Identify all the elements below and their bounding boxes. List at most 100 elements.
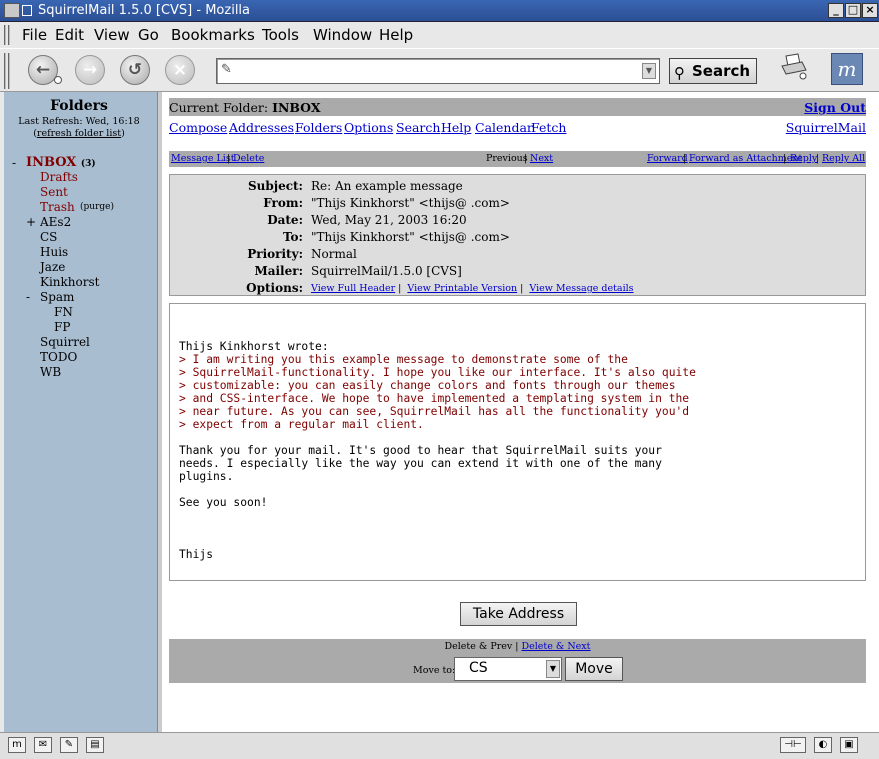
- connection-icon[interactable]: ⊣⊢: [780, 737, 806, 753]
- back-dropdown-icon[interactable]: [54, 76, 62, 84]
- menu-tools[interactable]: Tools: [262, 26, 299, 44]
- reply-line: Thank you for your mail. It's good to he…: [179, 444, 662, 457]
- menu-bookmarks[interactable]: Bookmarks: [171, 26, 255, 44]
- folder-wb[interactable]: WB: [40, 365, 61, 379]
- view-message-details-link[interactable]: View Message details: [529, 283, 633, 294]
- calendar-link[interactable]: Calendar: [475, 120, 533, 135]
- maximize-button[interactable]: □: [845, 3, 861, 18]
- refresh-folder-list-link[interactable]: refresh folder list: [37, 128, 121, 139]
- folders-link[interactable]: Folders: [295, 120, 342, 135]
- folder-spam[interactable]: Spam: [40, 290, 74, 304]
- folder-drafts[interactable]: Drafts: [40, 170, 78, 184]
- quoted-line: > SquirrelMail-functionality. I hope you…: [179, 366, 696, 379]
- folder-inbox[interactable]: INBOX (3): [26, 155, 96, 170]
- body-closing: See you soon!: [179, 496, 268, 509]
- message-list-link[interactable]: Message List: [171, 153, 235, 164]
- current-folder: Current Folder: INBOX: [169, 100, 321, 115]
- nav-separator: |: [816, 153, 820, 164]
- move-to-value: CS: [469, 660, 488, 676]
- mailer-label: Mailer:: [254, 264, 303, 278]
- folder-aes2[interactable]: AEs2: [40, 215, 71, 229]
- forward-button[interactable]: →: [75, 55, 105, 85]
- last-refresh-text: Last Refresh: Wed, 16:18: [18, 116, 140, 127]
- folder-sent[interactable]: Sent: [40, 185, 68, 199]
- popup-blocked-icon[interactable]: ◐: [814, 737, 832, 753]
- search-icon: ⚲: [674, 64, 685, 82]
- forward-link[interactable]: Forward: [647, 153, 688, 164]
- reply-link[interactable]: Reply: [790, 153, 817, 164]
- move-to-select[interactable]: CS ▼: [454, 657, 562, 681]
- squirrelmail-link[interactable]: SquirrelMail: [786, 120, 866, 135]
- fetch-link[interactable]: Fetch: [531, 120, 566, 135]
- search-link[interactable]: Search: [396, 120, 440, 135]
- window-menu-icon[interactable]: [4, 3, 20, 18]
- spam-collapse-toggle[interactable]: -: [26, 290, 30, 304]
- menu-view[interactable]: View: [94, 26, 130, 44]
- delete-next-link[interactable]: Delete & Next: [522, 641, 591, 652]
- last-refresh: Last Refresh: Wed, 16:18 (refresh folder…: [18, 116, 140, 139]
- folder-kinkhorst[interactable]: Kinkhorst: [40, 275, 99, 289]
- options-label: Options:: [246, 281, 303, 295]
- mozilla-logo-icon[interactable]: m: [831, 53, 863, 85]
- toolbar-grip[interactable]: [4, 53, 10, 89]
- addresses-link[interactable]: Addresses: [229, 120, 294, 135]
- mail-icon[interactable]: ✉: [34, 737, 52, 753]
- pin-icon[interactable]: [22, 5, 32, 16]
- composer-icon[interactable]: ✎: [60, 737, 78, 753]
- take-address-button[interactable]: Take Address: [460, 602, 577, 626]
- current-folder-name: INBOX: [272, 100, 321, 115]
- menubar-grip[interactable]: [4, 25, 10, 45]
- next-link[interactable]: Next: [530, 153, 553, 164]
- aes2-expand-toggle[interactable]: +: [26, 215, 36, 229]
- address-book-icon[interactable]: ▤: [86, 737, 104, 753]
- close-window-button[interactable]: ×: [862, 3, 878, 18]
- menu-window[interactable]: Window: [313, 26, 372, 44]
- nav-separator: |: [227, 153, 231, 164]
- sign-out-link[interactable]: Sign Out: [804, 100, 866, 115]
- folder-fp[interactable]: FP: [54, 320, 70, 334]
- main-links: Compose Addresses Folders Options Search…: [169, 119, 866, 137]
- header-options: View Full Header | View Printable Versio…: [311, 283, 634, 294]
- inbox-collapse-toggle[interactable]: -: [12, 156, 16, 170]
- search-button-label: Search: [692, 62, 751, 80]
- folder-cs[interactable]: CS: [40, 230, 57, 244]
- menu-file[interactable]: File: [22, 26, 47, 44]
- folder-trash[interactable]: Trash: [40, 200, 75, 214]
- search-button[interactable]: ⚲ Search: [669, 58, 757, 84]
- previous-label: Previous: [486, 153, 528, 164]
- delete-link[interactable]: Delete: [233, 153, 264, 164]
- purge-link[interactable]: (purge): [80, 202, 114, 212]
- options-link[interactable]: Options: [344, 120, 393, 135]
- folder-squirrel[interactable]: Squirrel: [40, 335, 90, 349]
- menu-edit[interactable]: Edit: [55, 26, 84, 44]
- chevron-down-icon[interactable]: ▼: [546, 660, 560, 678]
- view-printable-version-link[interactable]: View Printable Version: [407, 283, 517, 294]
- reply-all-link[interactable]: Reply All: [822, 153, 865, 164]
- navigator-icon[interactable]: m: [8, 737, 26, 753]
- nav-separator: |: [683, 153, 687, 164]
- folder-huis[interactable]: Huis: [40, 245, 68, 259]
- to-value: "Thijs Kinkhorst" <thijs@ .com>: [311, 230, 510, 244]
- move-button[interactable]: Move: [565, 657, 623, 681]
- reply-line: needs. I especially like the way you can…: [179, 457, 662, 470]
- print-icon[interactable]: [780, 52, 808, 80]
- mailer-value: SquirrelMail/1.5.0 [CVS]: [311, 264, 462, 278]
- view-full-header-link[interactable]: View Full Header: [311, 283, 395, 294]
- menu-go[interactable]: Go: [138, 26, 159, 44]
- minimize-button[interactable]: _: [828, 3, 844, 18]
- page-proxy-icon: ✎: [221, 62, 232, 77]
- folder-jaze[interactable]: Jaze: [40, 260, 65, 274]
- compose-link[interactable]: Compose: [169, 120, 227, 135]
- delete-prev-next: Delete & Prev | Delete & Next: [444, 641, 591, 652]
- message-actions-bar: Delete & Prev | Delete & Next Move to: C…: [169, 639, 866, 683]
- folder-todo[interactable]: TODO: [40, 350, 77, 364]
- security-lock-icon[interactable]: ▣: [840, 737, 858, 753]
- url-bar[interactable]: ✎ ▼: [216, 58, 660, 84]
- reload-button[interactable]: ↺: [120, 55, 150, 85]
- menu-help[interactable]: Help: [379, 26, 413, 44]
- folder-fn[interactable]: FN: [54, 305, 73, 319]
- stop-button[interactable]: ×: [165, 55, 195, 85]
- help-link[interactable]: Help: [441, 120, 471, 135]
- quoted-line: > customizable: you can easily change co…: [179, 379, 676, 392]
- url-history-dropdown-icon[interactable]: ▼: [642, 63, 656, 79]
